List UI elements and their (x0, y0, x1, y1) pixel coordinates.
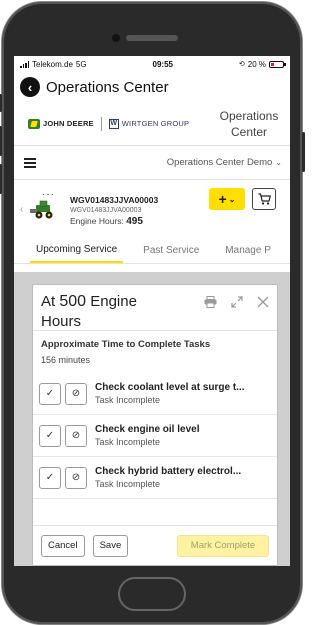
volume-up-button (0, 126, 2, 156)
john-deere-logo[interactable]: JOHN DEERE (28, 118, 94, 129)
approx-time-value: 156 minutes (41, 355, 91, 365)
phone-frame: Telekom.de 5G 09:55 ⟲ 20 % ‹ Operations … (0, 2, 305, 624)
battery-icon (268, 60, 286, 68)
dialog-actions (204, 296, 269, 311)
status-bar: Telekom.de 5G 09:55 ⟲ 20 % (14, 56, 290, 72)
complete-task-button[interactable]: ✓ (39, 466, 61, 489)
machine-header: ‹ ··· WGV01483JJVA00003 WGV01483JJVA0000… (14, 180, 290, 238)
menu-icon[interactable] (24, 157, 36, 168)
machine-name: WGV01483JJVA00003 (70, 195, 159, 205)
chevron-down-icon: ⌄ (275, 158, 282, 167)
carrier-label: Telekom.de (32, 59, 73, 69)
dialog-title-suffix: Engine Hours (41, 293, 137, 330)
organization-name: Operations Center Demo (166, 157, 273, 168)
tab-manage-plans[interactable]: Manage P (219, 238, 277, 263)
chevron-left-icon: ‹ (27, 79, 33, 95)
task-name[interactable]: Check coolant level at surge t... (95, 382, 255, 393)
complete-task-button[interactable]: ✓ (39, 382, 61, 405)
org-bar: Operations Center Demo ⌄ (14, 146, 290, 180)
skip-task-button[interactable]: ⊘ (65, 424, 87, 447)
cancel-circle-icon: ⊘ (71, 472, 81, 483)
task-status: Task Incomplete (95, 395, 161, 405)
machine-info: WGV01483JJVA00003 WGV01483JJVA00003 Engi… (70, 195, 158, 227)
power-button (302, 132, 305, 172)
clock: 09:55 (152, 59, 173, 69)
task-name[interactable]: Check engine oil level (95, 424, 255, 435)
task-row: ✓ ⊘ Check engine oil level Task Incomple… (33, 415, 277, 457)
wirtgen-wordmark: WIRTGEN GROUP (121, 119, 190, 128)
product-title: Operations Center (219, 108, 279, 139)
task-text: Check engine oil level Task Incomplete (95, 424, 255, 447)
dialog-title-number: 500 (59, 293, 87, 310)
volume-down-button (0, 164, 2, 194)
signal-icon (20, 60, 29, 68)
plus-icon: + (218, 191, 227, 207)
cancel-button[interactable]: Cancel (41, 534, 85, 557)
app-header: ‹ Operations Center (14, 72, 290, 102)
skip-task-button[interactable]: ⊘ (65, 382, 87, 405)
brand-bar: JOHN DEERE W WIRTGEN GROUP Operations Ce… (14, 102, 290, 146)
wirtgen-w-icon: W (108, 118, 119, 129)
task-status: Task Incomplete (95, 437, 161, 447)
status-left: Telekom.de 5G (20, 60, 87, 69)
cart-button[interactable] (252, 188, 276, 210)
machine-selector[interactable]: ‹ ··· (20, 189, 58, 220)
earpiece-speaker (126, 35, 178, 41)
dialog-footer: Cancel Save Mark Complete (33, 525, 277, 565)
deer-icon (28, 118, 40, 129)
app-title: Operations Center (46, 78, 169, 96)
organization-select[interactable]: Operations Center Demo ⌄ (167, 157, 282, 168)
add-button[interactable]: + ⌄ (209, 188, 245, 210)
task-status: Task Incomplete (95, 479, 161, 489)
wheel-loader-icon: ··· (30, 189, 58, 220)
home-button[interactable] (118, 577, 186, 611)
save-button[interactable]: Save (92, 534, 129, 557)
task-text: Check coolant level at surge t... Task I… (95, 382, 255, 405)
engine-hours-value: 495 (126, 216, 143, 227)
back-button[interactable]: ‹ (20, 77, 40, 97)
wirtgen-group-logo[interactable]: W WIRTGEN GROUP (108, 118, 190, 129)
alarm-icon: ⟲ (238, 61, 245, 68)
brand-divider (100, 116, 102, 131)
check-icon: ✓ (45, 430, 55, 441)
screen: Telekom.de 5G 09:55 ⟲ 20 % ‹ Operations … (14, 56, 290, 566)
service-task-dialog: At 500 Engine Hours Approximate Time to … (32, 284, 278, 566)
network-label: 5G (75, 59, 87, 69)
task-name[interactable]: Check hybrid battery electrol... (95, 466, 255, 477)
phone-top-bezel (2, 2, 302, 52)
skip-task-button[interactable]: ⊘ (65, 466, 87, 489)
expand-icon[interactable] (231, 296, 243, 311)
dialog-header: At 500 Engine Hours (33, 285, 277, 331)
task-row: ✓ ⊘ Check coolant level at surge t... Ta… (33, 373, 277, 415)
approx-time-label: Approximate Time to Complete Tasks (41, 339, 211, 350)
front-camera (112, 34, 120, 42)
task-row: ✓ ⊘ Check hybrid battery electrol... Tas… (33, 457, 277, 499)
service-tabs: Upcoming Service Past Service Manage P (14, 238, 290, 264)
close-icon[interactable] (257, 296, 269, 311)
chevron-left-icon[interactable]: ‹ (20, 204, 28, 215)
chevron-down-icon: ⌄ (228, 194, 236, 204)
cart-icon (258, 193, 271, 205)
battery-percent: 20 % (247, 59, 266, 69)
dialog-title: At 500 Engine Hours (41, 292, 161, 332)
print-icon[interactable] (204, 296, 217, 311)
tab-past-service[interactable]: Past Service (137, 238, 205, 263)
cancel-circle-icon: ⊘ (71, 430, 81, 441)
machine-serial: WGV01483JJVA00003 (70, 207, 142, 214)
status-right: ⟲ 20 % (238, 59, 286, 69)
more-options-icon[interactable]: ··· (42, 189, 55, 200)
check-icon: ✓ (45, 388, 55, 399)
tab-upcoming-service[interactable]: Upcoming Service (30, 238, 124, 263)
engine-hours: Engine Hours: 495 (70, 216, 158, 227)
dialog-title-prefix: At (41, 293, 56, 310)
mark-complete-button[interactable]: Mark Complete (177, 534, 269, 557)
engine-hours-label: Engine Hours: (70, 216, 124, 226)
check-icon: ✓ (45, 472, 55, 483)
complete-task-button[interactable]: ✓ (39, 424, 61, 447)
mute-switch (0, 94, 2, 112)
cancel-circle-icon: ⊘ (71, 388, 81, 399)
task-text: Check hybrid battery electrol... Task In… (95, 466, 255, 489)
john-deere-wordmark: JOHN DEERE (43, 119, 94, 128)
